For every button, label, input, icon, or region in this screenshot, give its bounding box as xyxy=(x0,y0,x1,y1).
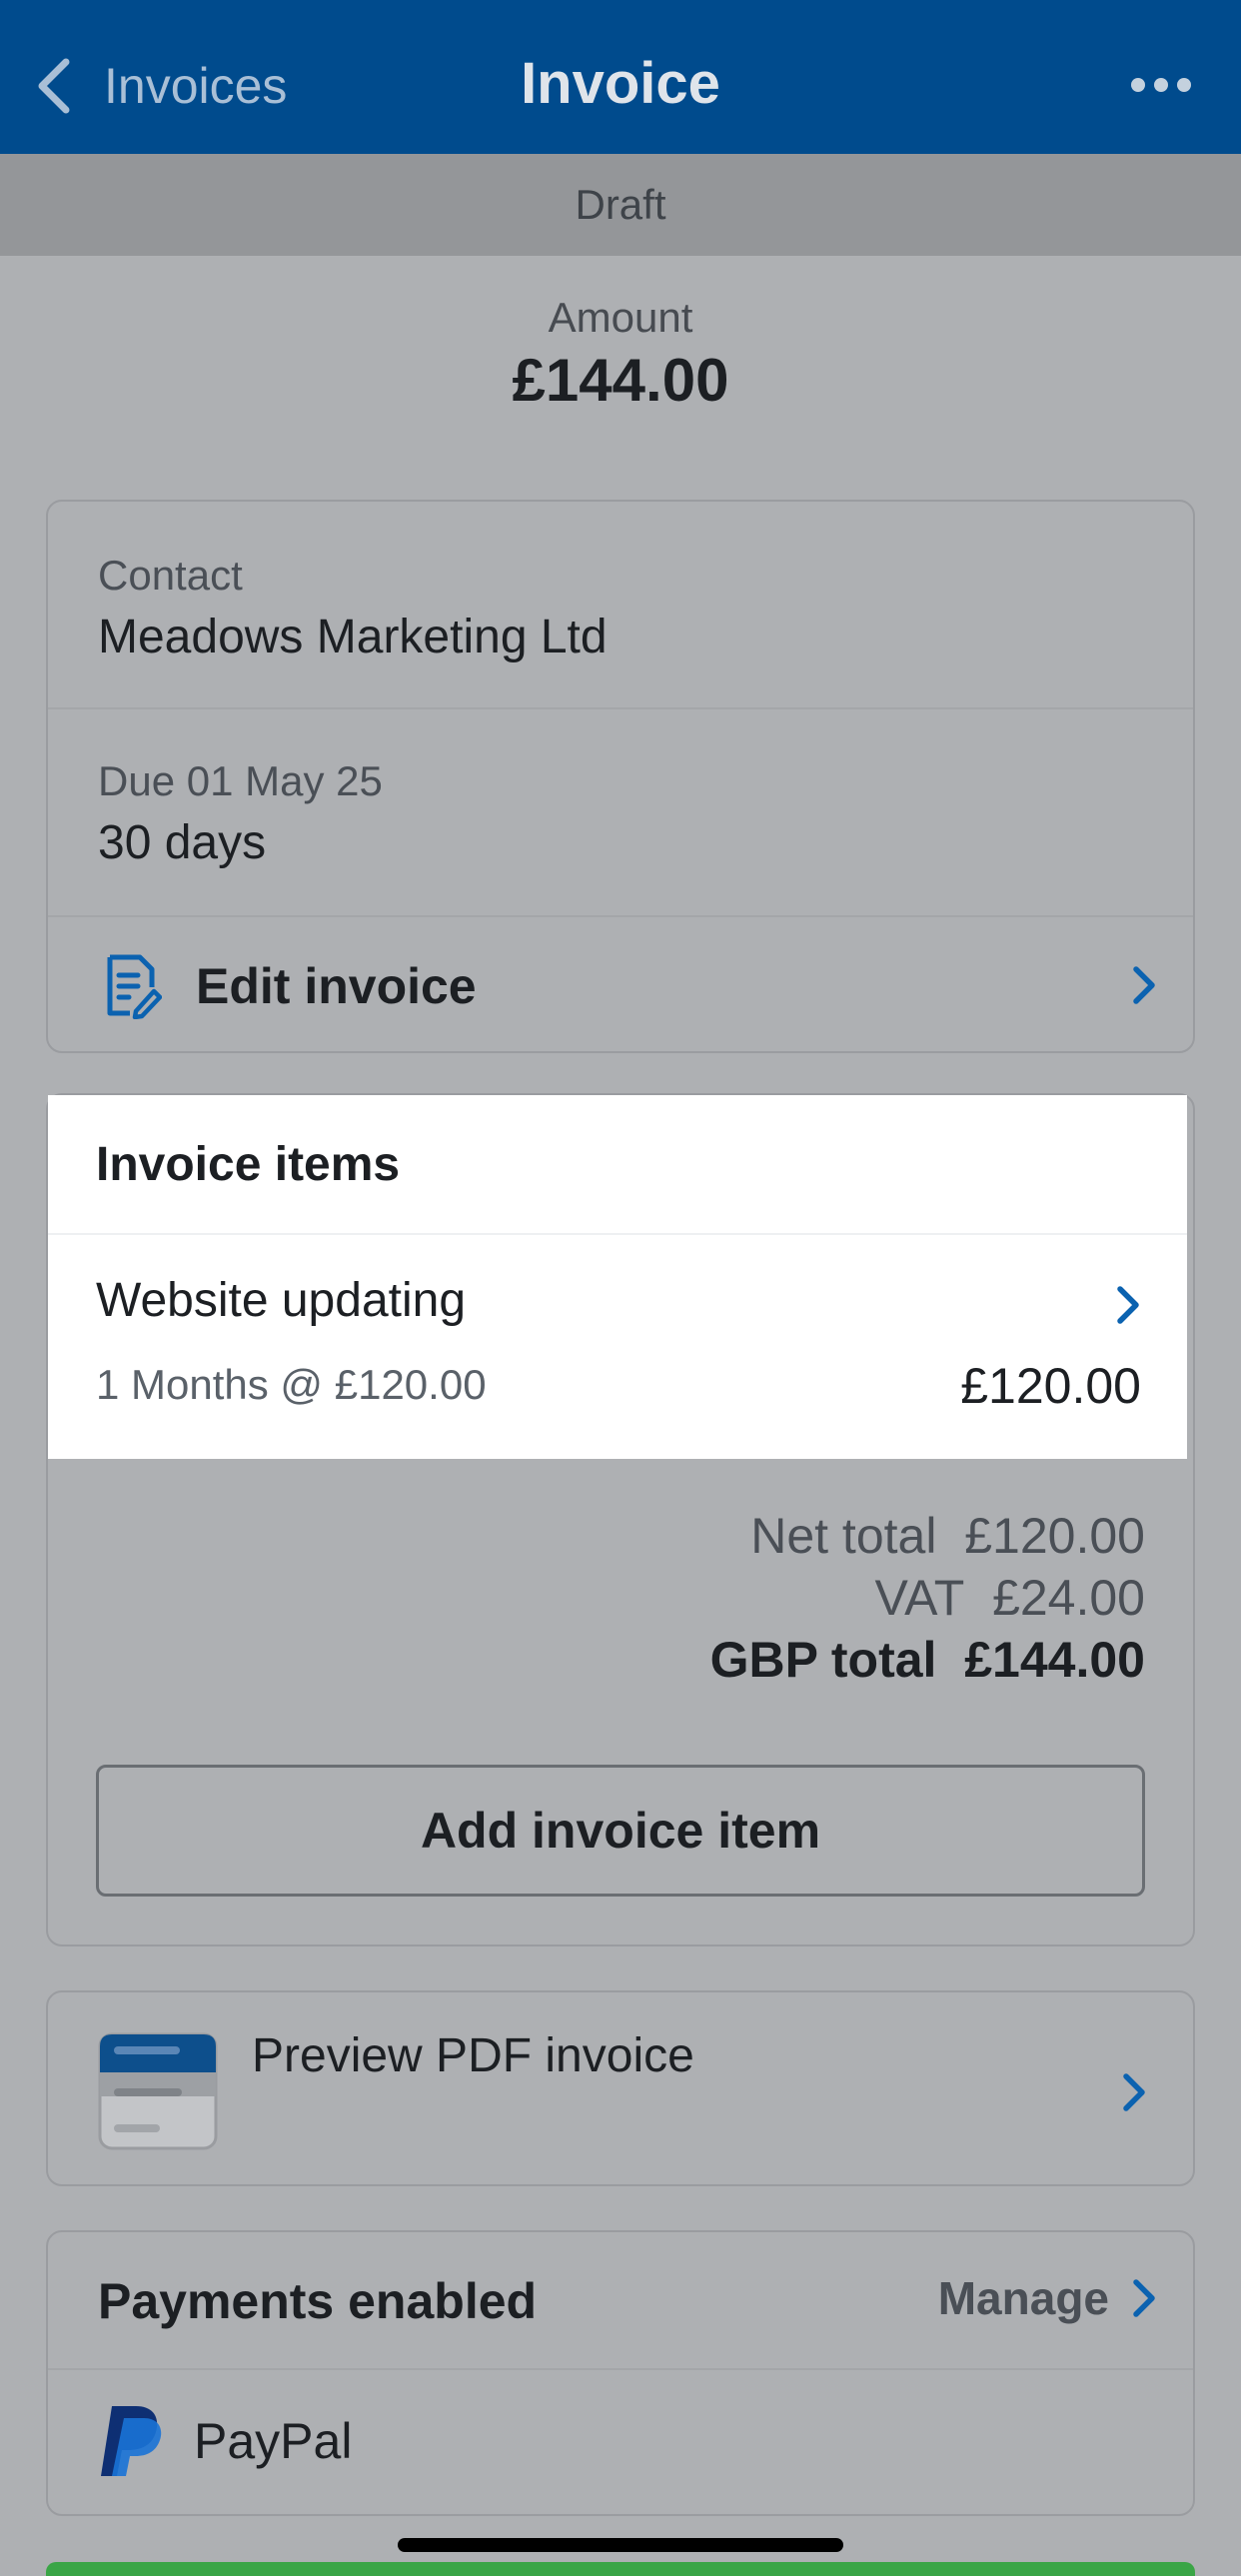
payments-card: Payments enabled Manage PayPal xyxy=(46,2230,1195,2516)
due-row[interactable]: Due 01 May 25 30 days xyxy=(48,709,1193,915)
due-value: 30 days xyxy=(98,816,267,869)
edit-invoice-label: Edit invoice xyxy=(196,958,477,1014)
details-card: Contact Meadows Marketing Ltd Due 01 May… xyxy=(46,500,1195,1053)
contact-row[interactable]: Contact Meadows Marketing Ltd xyxy=(48,502,1193,707)
paypal-label: PayPal xyxy=(194,2413,353,2469)
gbp-total-value: £144.00 xyxy=(964,1632,1145,1688)
status-badge: Draft xyxy=(0,154,1241,256)
net-total-label: Net total xyxy=(750,1508,937,1564)
invoice-items-title: Invoice items xyxy=(96,1138,401,1191)
item-detail: 1 Months @ £120.00 xyxy=(96,1361,487,1408)
chevron-right-icon xyxy=(1133,966,1155,1004)
net-total-row: Net total £120.00 xyxy=(750,1507,1145,1565)
vat-value: £24.00 xyxy=(992,1570,1145,1626)
gbp-total-row: GBP total £144.00 xyxy=(710,1631,1145,1689)
paypal-icon xyxy=(101,2406,162,2476)
gbp-total-label: GBP total xyxy=(709,1632,937,1688)
home-indicator xyxy=(398,2538,843,2552)
manage-payments-link[interactable]: Manage xyxy=(938,2268,1157,2328)
more-options-icon[interactable] xyxy=(1131,70,1191,100)
item-description: Website updating xyxy=(96,1274,467,1327)
chevron-right-icon xyxy=(1133,2279,1155,2317)
chevron-right-icon xyxy=(1123,2073,1145,2111)
vat-label: VAT xyxy=(874,1570,965,1626)
pdf-preview-icon xyxy=(98,2032,218,2150)
edit-invoice-row[interactable]: Edit invoice xyxy=(48,917,1193,1053)
chevron-right-icon xyxy=(1117,1286,1139,1324)
preview-pdf-card[interactable]: Preview PDF invoice xyxy=(46,1990,1195,2186)
payments-title: Payments enabled xyxy=(98,2273,538,2329)
due-label: Due 01 May 25 xyxy=(98,757,383,804)
item-amount: £120.00 xyxy=(960,1358,1141,1414)
manage-label: Manage xyxy=(937,2272,1109,2324)
add-invoice-item-button[interactable]: Add invoice item xyxy=(96,1765,1145,1897)
vat-row: VAT £24.00 xyxy=(874,1569,1145,1627)
preview-pdf-label: Preview PDF invoice xyxy=(252,2029,694,2082)
amount-label: Amount xyxy=(548,294,693,341)
invoice-item-row[interactable]: Website updating 1 Months @ £120.00 £120… xyxy=(48,1235,1187,1459)
amount-value: £144.00 xyxy=(512,347,729,414)
net-total-value: £120.00 xyxy=(964,1508,1145,1564)
nav-bar: Invoices Invoice xyxy=(0,0,1241,154)
page-title: Invoice xyxy=(521,51,720,116)
divider xyxy=(48,2368,1193,2370)
edit-document-icon xyxy=(107,954,162,1019)
contact-label: Contact xyxy=(98,552,243,599)
invoice-items-panel: Invoice items Website updating 1 Months … xyxy=(48,1095,1187,1459)
contact-value: Meadows Marketing Ltd xyxy=(98,611,608,663)
primary-action-bar[interactable] xyxy=(46,2562,1195,2576)
